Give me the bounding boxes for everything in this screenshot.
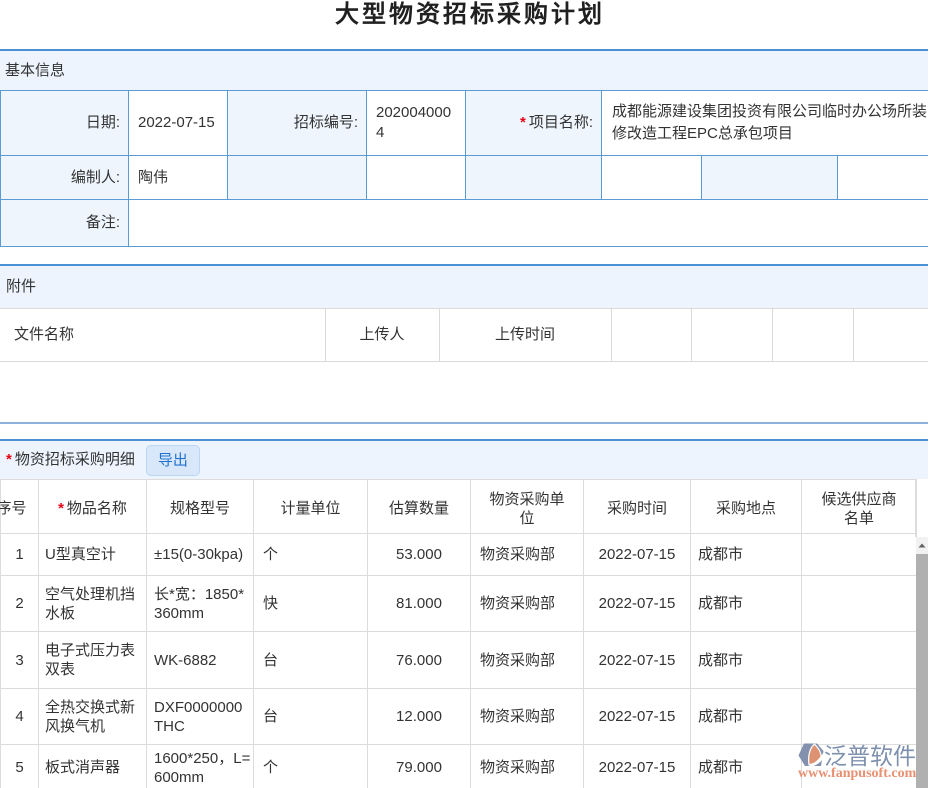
svg-text:www.fanpusoft.com: www.fanpusoft.com [798, 766, 917, 780]
